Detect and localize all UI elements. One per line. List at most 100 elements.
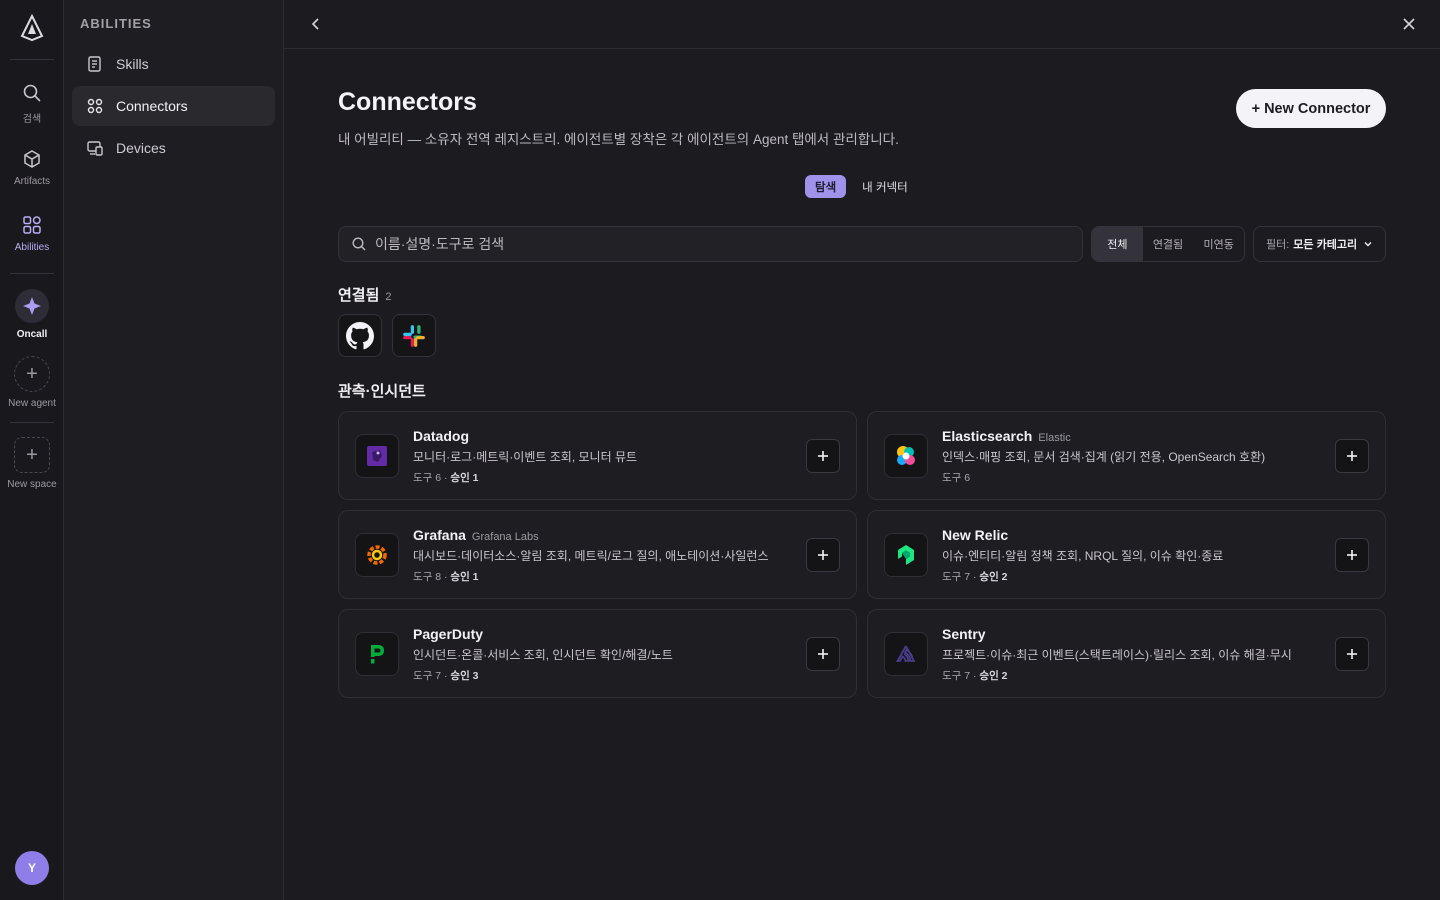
sidebar-item-devices[interactable]: Devices bbox=[72, 128, 275, 168]
connected-title: 연결됨 bbox=[338, 287, 380, 304]
connected-section-title: 연결됨 2 bbox=[338, 284, 392, 305]
chevron-down-icon bbox=[1364, 242, 1372, 247]
new-relic-logo-icon bbox=[884, 533, 928, 577]
abilities-sidebar: ABILITIES Skills Connectors Devices bbox=[64, 0, 284, 900]
grid-icon bbox=[87, 98, 103, 114]
category-filter-dropdown[interactable]: 필터: 모든 카테고리 bbox=[1253, 226, 1386, 262]
rail-item-new-space[interactable]: + New space bbox=[0, 437, 64, 490]
rail-item-label: New space bbox=[7, 479, 57, 490]
elasticsearch-logo-icon bbox=[884, 434, 928, 478]
connector-description: 이슈·엔티티·알림 정책 조회, NRQL 질의, 이슈 확인·종료 bbox=[942, 549, 1224, 563]
filter-value: 모든 카테고리 bbox=[1293, 239, 1358, 251]
add-connector-button[interactable] bbox=[806, 637, 840, 671]
category-section-title: 관측·인시던트 bbox=[338, 383, 426, 400]
page-subtitle: 내 어빌리티 — 소유자 전역 레지스트리. 에이전트별 장착은 각 에이전트의… bbox=[338, 132, 899, 147]
rail-item-abilities[interactable]: Abilities bbox=[0, 214, 64, 253]
connected-github[interactable] bbox=[338, 314, 382, 357]
add-connector-button[interactable] bbox=[1335, 637, 1369, 671]
add-connector-button[interactable] bbox=[806, 538, 840, 572]
add-connector-button[interactable] bbox=[1335, 538, 1369, 572]
skills-icon bbox=[88, 56, 101, 72]
app-logo-icon[interactable] bbox=[18, 14, 46, 42]
close-icon[interactable] bbox=[1397, 12, 1421, 36]
devices-icon bbox=[87, 141, 103, 156]
sidebar-item-skills[interactable]: Skills bbox=[72, 44, 275, 84]
rail-divider bbox=[10, 422, 54, 423]
rail-divider bbox=[10, 273, 54, 274]
status-segmented-control: 전체 연결됨 미연동 bbox=[1091, 226, 1245, 262]
github-icon bbox=[346, 321, 374, 349]
avatar[interactable]: Y bbox=[15, 851, 49, 885]
connector-name: Sentry bbox=[942, 626, 986, 642]
connector-meta: 도구 6 bbox=[942, 472, 971, 484]
plus-icon bbox=[1347, 550, 1357, 560]
pagerduty-logo-icon bbox=[355, 632, 399, 676]
sidebar-item-label: Connectors bbox=[116, 98, 188, 114]
segment-not-connected[interactable]: 미연동 bbox=[1193, 227, 1244, 261]
connector-description: 모니터·로그·메트릭·이벤트 조회, 모니터 뮤트 bbox=[413, 450, 638, 464]
slack-icon bbox=[403, 324, 425, 347]
rail-divider bbox=[10, 59, 54, 60]
search-box bbox=[338, 226, 1083, 262]
connector-card-sentry[interactable]: Sentry 프로젝트·이슈·최근 이벤트(스택트레이스)·릴리스 조회, 이슈… bbox=[867, 609, 1386, 698]
connector-meta: 도구 7 · 승인 2 bbox=[942, 571, 1008, 583]
search-icon bbox=[352, 237, 366, 251]
page-title: Connectors bbox=[338, 88, 477, 116]
datadog-logo-icon bbox=[355, 434, 399, 478]
tab-my-connectors[interactable]: 내 커넥터 bbox=[852, 175, 918, 198]
plus-icon bbox=[1347, 649, 1357, 659]
connected-slack[interactable] bbox=[392, 314, 436, 357]
connector-card-new-relic[interactable]: New Relic 이슈·엔티티·알림 정책 조회, NRQL 질의, 이슈 확… bbox=[867, 510, 1386, 599]
rail-item-label: Abilities bbox=[14, 242, 50, 253]
connector-card-datadog[interactable]: Datadog 모니터·로그·메트릭·이벤트 조회, 모니터 뮤트 도구 6 ·… bbox=[338, 411, 857, 500]
connector-description: 인덱스·매핑 조회, 문서 검색·집계 (읽기 전용, OpenSearch 호… bbox=[942, 450, 1266, 464]
connector-meta: 도구 7 · 승인 2 bbox=[942, 670, 1008, 682]
connected-count: 2 bbox=[385, 291, 392, 303]
connector-meta: 도구 8 · 승인 1 bbox=[413, 571, 479, 583]
connector-description: 프로젝트·이슈·최근 이벤트(스택트레이스)·릴리스 조회, 이슈 해결·무시 bbox=[942, 648, 1292, 662]
rail-item-search[interactable]: 검색 bbox=[0, 82, 64, 125]
view-tabs: 탐색 내 커넥터 bbox=[805, 175, 918, 198]
tab-explore[interactable]: 탐색 bbox=[805, 175, 847, 198]
rail-item-artifacts[interactable]: Artifacts bbox=[0, 148, 64, 187]
segment-all[interactable]: 전체 bbox=[1092, 227, 1143, 261]
sidebar-item-label: Devices bbox=[116, 140, 166, 156]
main-panel: Connectors 내 어빌리티 — 소유자 전역 레지스트리. 에이전트별 … bbox=[284, 0, 1440, 900]
connector-name: Elasticsearch Elastic bbox=[942, 428, 1071, 444]
add-connector-button[interactable] bbox=[1335, 439, 1369, 473]
connector-vendor: Grafana Labs bbox=[471, 531, 539, 543]
rail-item-label: 검색 bbox=[22, 114, 42, 125]
rail-item-new-agent[interactable]: + New agent bbox=[0, 356, 64, 409]
grid-icon bbox=[23, 216, 41, 234]
connector-description: 대시보드·데이터소스·알림 조회, 메트릭/로그 질의, 애노테이션·사일런스 bbox=[413, 549, 769, 563]
connector-vendor: Elastic bbox=[1038, 432, 1071, 444]
connector-name: New Relic bbox=[942, 527, 1009, 543]
chevron-left-icon[interactable] bbox=[304, 12, 328, 36]
plus-icon bbox=[1347, 451, 1357, 461]
search-icon bbox=[23, 84, 41, 102]
connector-card-grafana[interactable]: Grafana Grafana Labs 대시보드·데이터소스·알림 조회, 메트… bbox=[338, 510, 857, 599]
rail-item-oncall[interactable]: Oncall bbox=[0, 289, 64, 340]
rail-item-label: Artifacts bbox=[13, 176, 51, 187]
add-connector-button[interactable] bbox=[806, 439, 840, 473]
new-connector-button[interactable]: + New Connector bbox=[1236, 89, 1386, 128]
filter-label: 필터: bbox=[1266, 239, 1290, 251]
connector-name: PagerDuty bbox=[413, 626, 484, 642]
rail-item-label: Oncall bbox=[16, 329, 48, 340]
rail-item-label: New agent bbox=[8, 398, 56, 409]
oncall-icon bbox=[15, 289, 49, 323]
sidebar-item-label: Skills bbox=[116, 56, 149, 72]
connector-card-elasticsearch[interactable]: Elasticsearch Elastic 인덱스·매핑 조회, 문서 검색·집계… bbox=[867, 411, 1386, 500]
plus-icon bbox=[818, 550, 828, 560]
segment-connected[interactable]: 연결됨 bbox=[1143, 227, 1194, 261]
grafana-logo-icon bbox=[355, 533, 399, 577]
sidebar-item-connectors[interactable]: Connectors bbox=[72, 86, 275, 126]
sentry-logo-icon bbox=[884, 632, 928, 676]
app-rail: 검색 Artifacts Abilities Oncall + New agen… bbox=[0, 0, 64, 900]
search-input[interactable] bbox=[375, 236, 1065, 252]
connector-name: Datadog bbox=[413, 428, 469, 444]
plus-icon bbox=[818, 649, 828, 659]
plus-icon: + bbox=[14, 437, 50, 473]
connector-meta: 도구 7 · 승인 3 bbox=[413, 670, 479, 682]
connector-card-pagerduty[interactable]: PagerDuty 인시던트·온콜·서비스 조회, 인시던트 확인/해결/노트 … bbox=[338, 609, 857, 698]
